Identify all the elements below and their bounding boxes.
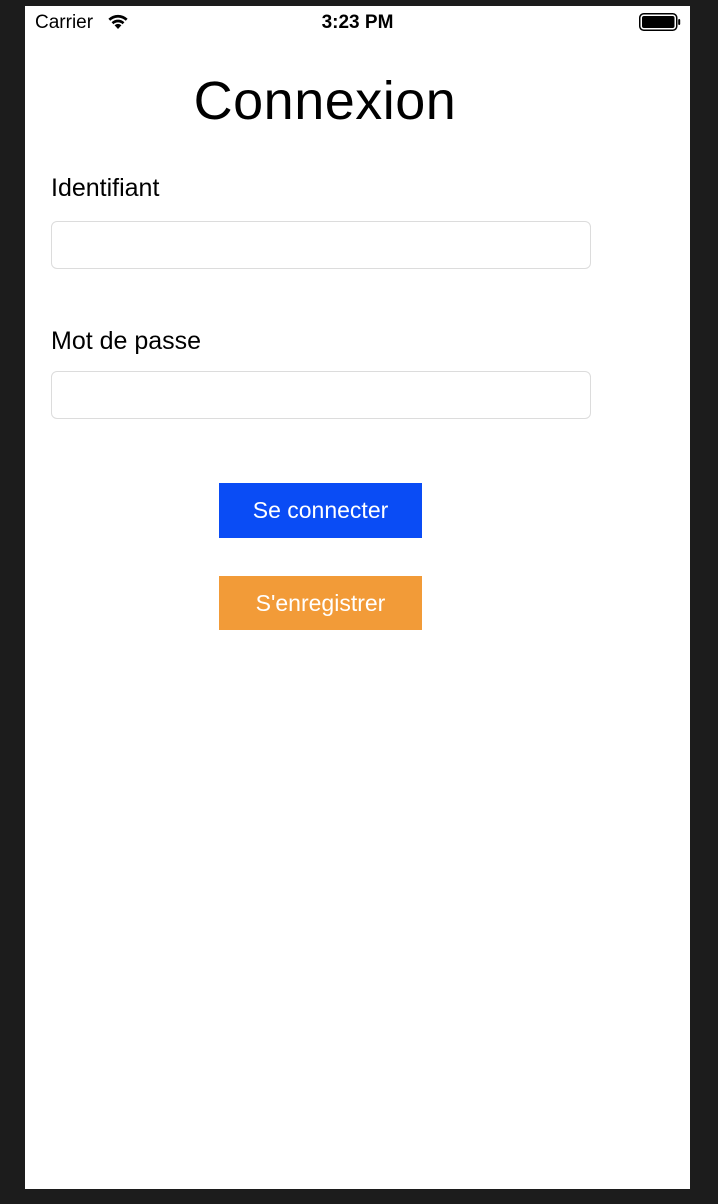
page-title: Connexion bbox=[193, 71, 457, 131]
phone-screen: Carrier 3:23 PM Connexion Identifiant Mo… bbox=[25, 6, 690, 1189]
status-bar: Carrier 3:23 PM bbox=[25, 6, 690, 40]
register-button[interactable]: S'enregistrer bbox=[219, 576, 422, 630]
login-button[interactable]: Se connecter bbox=[219, 483, 422, 538]
username-label: Identifiant bbox=[51, 174, 160, 202]
password-label: Mot de passe bbox=[51, 327, 202, 355]
username-input[interactable] bbox=[51, 221, 591, 269]
status-time: 3:23 PM bbox=[321, 12, 394, 33]
battery-icon bbox=[639, 13, 681, 31]
password-input[interactable] bbox=[51, 371, 591, 419]
